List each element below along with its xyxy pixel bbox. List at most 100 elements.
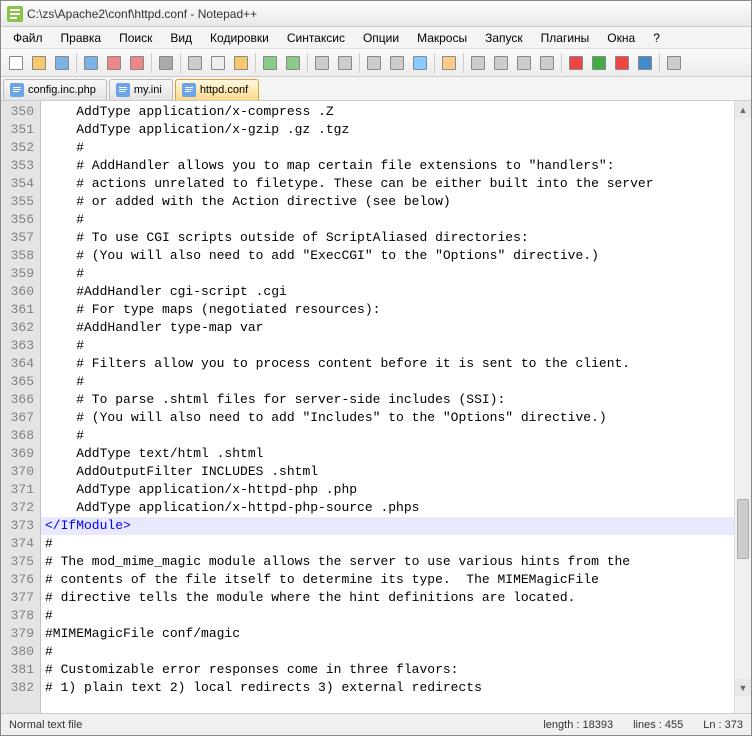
code-line[interactable]: # <box>41 265 734 283</box>
menu-правка[interactable]: Правка <box>53 29 110 47</box>
code-line[interactable]: # directive tells the module where the h… <box>41 589 734 607</box>
menu-окна[interactable]: Окна <box>599 29 643 47</box>
code-line[interactable]: #AddHandler cgi-script .cgi <box>41 283 734 301</box>
code-line[interactable]: # Filters allow you to process content b… <box>41 355 734 373</box>
line-number: 373 <box>1 517 34 535</box>
code-line[interactable]: #AddHandler type-map var <box>41 319 734 337</box>
code-line[interactable]: # 1) plain text 2) local redirects 3) ex… <box>41 679 734 697</box>
paste-button[interactable] <box>230 52 252 74</box>
app-icon <box>7 6 23 22</box>
line-number: 361 <box>1 301 34 319</box>
open-button[interactable] <box>28 52 50 74</box>
copy-icon <box>211 56 225 70</box>
menu-опции[interactable]: Опции <box>355 29 407 47</box>
new-button[interactable] <box>5 52 27 74</box>
macro-play-button[interactable] <box>588 52 610 74</box>
menu-вид[interactable]: Вид <box>162 29 200 47</box>
titlebar[interactable]: C:\zs\Apache2\conf\httpd.conf - Notepad+… <box>1 1 751 27</box>
menu-синтаксис[interactable]: Синтаксис <box>279 29 353 47</box>
menu-макросы[interactable]: Макросы <box>409 29 475 47</box>
code-line[interactable]: # <box>41 139 734 157</box>
code-line[interactable]: # or added with the Action directive (se… <box>41 193 734 211</box>
guide-button[interactable] <box>513 52 535 74</box>
vertical-scrollbar[interactable]: ▲ ▼ <box>734 101 751 713</box>
open-icon <box>32 56 46 70</box>
code-line[interactable]: # For type maps (negotiated resources): <box>41 301 734 319</box>
code-line[interactable]: # To parse .shtml files for server-side … <box>41 391 734 409</box>
sync-button[interactable] <box>409 52 431 74</box>
code-line[interactable]: # <box>41 337 734 355</box>
redo-button[interactable] <box>282 52 304 74</box>
saveall-icon <box>84 56 98 70</box>
code-line[interactable]: # <box>41 535 734 553</box>
print-icon <box>159 56 173 70</box>
tab-my-ini[interactable]: my.ini <box>109 79 173 100</box>
code-line[interactable]: AddType application/x-gzip .gz .tgz <box>41 121 734 139</box>
code-line[interactable]: # (You will also need to add "Includes" … <box>41 409 734 427</box>
scroll-down-button[interactable]: ▼ <box>735 679 751 696</box>
find-button[interactable] <box>311 52 333 74</box>
menu-?[interactable]: ? <box>645 29 668 47</box>
macro-run-button[interactable] <box>634 52 656 74</box>
window-title: C:\zs\Apache2\conf\httpd.conf - Notepad+… <box>27 7 257 21</box>
code-line[interactable]: AddType application/x-httpd-php-source .… <box>41 499 734 517</box>
line-number: 382 <box>1 679 34 697</box>
code-line[interactable]: # The mod_mime_magic module allows the s… <box>41 553 734 571</box>
undo-button[interactable] <box>259 52 281 74</box>
lang-button[interactable] <box>536 52 558 74</box>
cut-button[interactable] <box>184 52 206 74</box>
code-line[interactable]: # <box>41 643 734 661</box>
code-line[interactable]: # Customizable error responses come in t… <box>41 661 734 679</box>
code-line[interactable]: AddType application/x-httpd-php .php <box>41 481 734 499</box>
code-line[interactable]: #MIMEMagicFile conf/magic <box>41 625 734 643</box>
close-button[interactable] <box>103 52 125 74</box>
save-icon <box>55 56 69 70</box>
copy-button[interactable] <box>207 52 229 74</box>
code-line[interactable]: # contents of the file itself to determi… <box>41 571 734 589</box>
menu-файл[interactable]: Файл <box>5 29 51 47</box>
closeall-button[interactable] <box>126 52 148 74</box>
line-number: 376 <box>1 571 34 589</box>
menu-запуск[interactable]: Запуск <box>477 29 531 47</box>
code-line[interactable]: AddType text/html .shtml <box>41 445 734 463</box>
code-line[interactable]: # <box>41 211 734 229</box>
allchars-button[interactable] <box>467 52 489 74</box>
code-content[interactable]: AddType application/x-compress .Z AddTyp… <box>41 101 734 713</box>
tab-httpd-conf[interactable]: httpd.conf <box>175 79 259 100</box>
code-line[interactable]: # <box>41 427 734 445</box>
wrap-button[interactable] <box>438 52 460 74</box>
line-number: 372 <box>1 499 34 517</box>
scroll-up-button[interactable]: ▲ <box>735 101 751 118</box>
line-number: 351 <box>1 121 34 139</box>
app-window: C:\zs\Apache2\conf\httpd.conf - Notepad+… <box>0 0 752 736</box>
zoomout-button[interactable] <box>386 52 408 74</box>
code-line[interactable]: # <box>41 607 734 625</box>
code-line[interactable]: AddOutputFilter INCLUDES .shtml <box>41 463 734 481</box>
code-line[interactable]: # <box>41 373 734 391</box>
macro-rec-button[interactable] <box>565 52 587 74</box>
tab-config-inc-php[interactable]: config.inc.php <box>3 79 107 100</box>
save-button[interactable] <box>51 52 73 74</box>
code-line[interactable]: AddType application/x-compress .Z <box>41 103 734 121</box>
macro-stop-button[interactable] <box>611 52 633 74</box>
menu-плагины[interactable]: Плагины <box>533 29 598 47</box>
saveall-button[interactable] <box>80 52 102 74</box>
code-line[interactable]: # (You will also need to add "ExecCGI" t… <box>41 247 734 265</box>
print-button[interactable] <box>155 52 177 74</box>
zoomin-button[interactable] <box>363 52 385 74</box>
scroll-thumb[interactable] <box>737 499 749 559</box>
menu-поиск[interactable]: Поиск <box>111 29 160 47</box>
code-line[interactable]: # To use CGI scripts outside of ScriptAl… <box>41 229 734 247</box>
line-number: 370 <box>1 463 34 481</box>
menu-кодировки[interactable]: Кодировки <box>202 29 277 47</box>
line-number: 379 <box>1 625 34 643</box>
hide-button[interactable] <box>663 52 685 74</box>
replace-button[interactable] <box>334 52 356 74</box>
line-number: 375 <box>1 553 34 571</box>
code-line[interactable]: # AddHandler allows you to map certain f… <box>41 157 734 175</box>
indent-button[interactable] <box>490 52 512 74</box>
line-number: 358 <box>1 247 34 265</box>
code-line[interactable]: </IfModule> <box>41 517 734 535</box>
line-number: 367 <box>1 409 34 427</box>
code-line[interactable]: # actions unrelated to filetype. These c… <box>41 175 734 193</box>
